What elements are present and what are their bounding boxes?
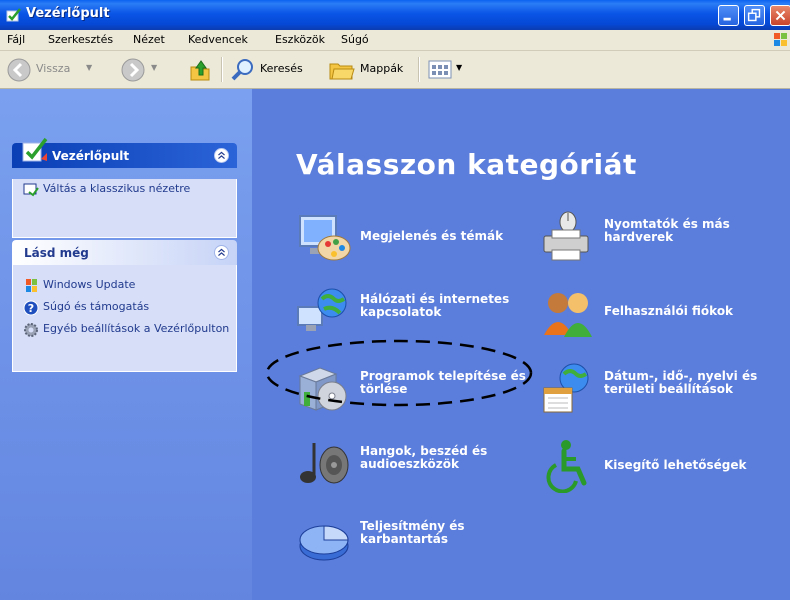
- back-button[interactable]: Vissza ▼: [4, 51, 94, 88]
- category-network-internet[interactable]: Hálózati és internetes kapcsolatok: [296, 285, 536, 345]
- control-panel-task-panel: Vezérlőpult Váltás a klasszikus nézetre: [12, 137, 237, 238]
- back-dropdown-icon[interactable]: ▼: [86, 63, 92, 72]
- back-label: Vissza: [36, 62, 71, 75]
- sounds-speaker-icon: [300, 443, 349, 484]
- forward-arrow-icon: [121, 58, 145, 82]
- svg-text:?: ?: [28, 302, 34, 315]
- category-sounds-speech-audio[interactable]: Hangok, beszéd és audioeszközök: [296, 437, 536, 497]
- task-pane: Vezérlőpult Váltás a klasszikus nézetre …: [0, 89, 252, 600]
- minimize-button[interactable]: [718, 5, 739, 26]
- views-icon: [428, 60, 452, 79]
- menu-view[interactable]: Nézet: [133, 33, 165, 46]
- category-label: Kisegítő lehetőségek: [604, 458, 747, 472]
- category-label: Nyomtatók és más hardverek: [604, 217, 730, 244]
- date-time-globe-icon: [543, 363, 589, 413]
- search-label: Keresés: [260, 62, 303, 75]
- menu-tools[interactable]: Eszközök: [275, 33, 325, 46]
- folders-label: Mappák: [360, 62, 404, 75]
- back-arrow-icon: [7, 58, 31, 82]
- windows-update-label: Windows Update: [43, 278, 136, 291]
- restore-button[interactable]: [744, 5, 765, 26]
- close-button[interactable]: [770, 5, 790, 26]
- network-globe-icon: [297, 288, 347, 331]
- views-dropdown-icon: ▼: [456, 63, 463, 72]
- switch-classic-view-link[interactable]: Váltás a klasszikus nézetre: [13, 179, 236, 198]
- windows-update-icon: [26, 279, 37, 292]
- user-accounts-icon: [544, 293, 592, 337]
- other-settings-link[interactable]: Egyéb beállítások a Vezérlőpulton: [13, 319, 236, 338]
- category-user-accounts[interactable]: Felhasználói fiókok: [540, 285, 780, 345]
- category-printers-hardware[interactable]: Nyomtatók és más hardverek: [540, 210, 780, 270]
- toolbar: Vissza ▼ ▼ Keresés Mappák ▼: [0, 51, 790, 89]
- folders-button[interactable]: Mappák: [326, 51, 416, 88]
- control-panel-panel-title: Vezérlőpult: [52, 149, 130, 163]
- collapse-chevron-icon[interactable]: [214, 148, 229, 163]
- highlight-ellipse: [265, 339, 533, 407]
- appearance-themes-icon: [299, 215, 351, 261]
- control-panel-icon: [6, 8, 21, 22]
- category-date-time-language[interactable]: Dátum-, idő-, nyelvi és területi beállít…: [540, 362, 780, 422]
- forward-dropdown-icon[interactable]: ▼: [151, 63, 157, 72]
- menu-edit[interactable]: Szerkesztés: [48, 33, 113, 46]
- see-also-task-panel: Lásd még Windows Update ? Súgó és támoga…: [12, 240, 237, 372]
- printer-mouse-icon: [543, 211, 589, 261]
- menu-bar: Fájl Szerkesztés Nézet Kedvencek Eszközö…: [0, 30, 790, 51]
- category-appearance-themes[interactable]: Megjelenés és témák: [296, 210, 536, 270]
- views-button[interactable]: ▼: [424, 51, 474, 88]
- windows-update-link[interactable]: Windows Update: [13, 275, 236, 294]
- control-panel-panel-header[interactable]: Vezérlőpult: [12, 137, 237, 168]
- category-accessibility[interactable]: Kisegítő lehetőségek: [540, 437, 780, 497]
- control-panel-icon: [22, 137, 48, 162]
- category-label: Megjelenés és témák: [360, 229, 504, 243]
- page-title: Válasszon kategóriát: [296, 148, 637, 181]
- up-folder-icon[interactable]: [187, 57, 213, 83]
- accessibility-wheelchair-icon: [546, 440, 587, 493]
- classic-view-icon: [23, 183, 39, 197]
- help-support-label: Súgó és támogatás: [43, 300, 150, 313]
- see-also-panel-title: Lásd még: [24, 246, 89, 260]
- category-label: Felhasználói fiókok: [604, 304, 734, 318]
- category-label: Teljesítmény és karbantartás: [360, 519, 465, 546]
- window-title: Vezérlőpult: [26, 6, 110, 21]
- performance-pie-icon: [299, 525, 349, 561]
- category-label: Hangok, beszéd és audioeszközök: [360, 444, 488, 471]
- collapse-chevron-icon[interactable]: [214, 245, 229, 260]
- windows-logo-icon: [766, 30, 790, 50]
- help-icon: ?: [23, 300, 39, 316]
- category-label: Dátum-, idő-, nyelvi és területi beállít…: [604, 369, 758, 396]
- help-support-link[interactable]: ? Súgó és támogatás: [13, 297, 236, 316]
- menu-file[interactable]: Fájl: [7, 33, 25, 46]
- forward-button[interactable]: ▼: [118, 51, 168, 88]
- folders-icon: [329, 63, 355, 80]
- see-also-panel-header[interactable]: Lásd még: [12, 240, 237, 265]
- search-icon: [231, 59, 253, 81]
- search-button[interactable]: Keresés: [226, 51, 318, 88]
- category-performance-maintenance[interactable]: Teljesítmény és karbantartás: [296, 512, 536, 572]
- switch-classic-view-label: Váltás a klasszikus nézetre: [43, 182, 191, 195]
- menu-favorites[interactable]: Kedvencek: [188, 33, 248, 46]
- other-settings-label: Egyéb beállítások a Vezérlőpulton: [43, 322, 230, 335]
- menu-help[interactable]: Súgó: [341, 33, 369, 46]
- title-bar: Vezérlőpult: [0, 0, 790, 30]
- category-label: Hálózati és internetes kapcsolatok: [360, 292, 510, 319]
- gear-icon: [24, 323, 38, 337]
